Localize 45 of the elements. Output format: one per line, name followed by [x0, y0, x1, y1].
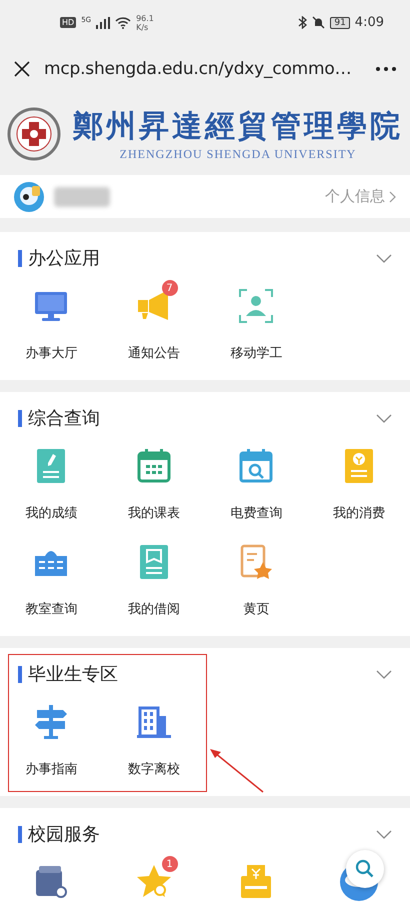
app-shortcut[interactable]: 办事大厅	[0, 284, 102, 380]
section-marker	[18, 250, 22, 266]
wifi-icon	[115, 16, 132, 28]
section-marker	[18, 410, 22, 426]
chevron-icon[interactable]	[376, 413, 392, 423]
close-icon[interactable]	[14, 60, 30, 76]
app-shortcut[interactable]: 我的课表	[102, 444, 205, 540]
app-shortcut[interactable]: 移动学工	[205, 284, 308, 380]
speed-unit: K/s	[136, 22, 150, 32]
section-title: 校园服务	[28, 823, 100, 846]
app-shortcut[interactable]: 办事指南	[0, 700, 102, 796]
avatar	[14, 182, 44, 212]
university-emblem	[7, 106, 61, 160]
bluetooth-icon	[298, 16, 308, 29]
search-icon	[355, 859, 375, 879]
section-title: 综合查询	[28, 407, 100, 430]
notification-count: 7	[162, 280, 178, 296]
app-shortcut[interactable]: 我的成绩	[0, 444, 102, 540]
university-name: 鄭州昇達經貿管理學院	[73, 108, 403, 144]
university-name-english: ZHENGZHOU SHENGDA UNIVERSITY	[120, 146, 356, 162]
chevron-right-icon	[389, 190, 396, 202]
app-shortcut[interactable]: 教室查询	[0, 540, 102, 636]
notification-count: 1	[162, 856, 178, 872]
app-shortcut[interactable]: 电费查询	[205, 444, 308, 540]
chevron-icon[interactable]	[376, 829, 392, 839]
network-speed: 96.1	[136, 14, 154, 22]
annotation-arrow	[209, 748, 265, 794]
signal-icon	[96, 16, 110, 28]
page-url: mcp.shengda.edu.cn/ydxy_commo…	[44, 58, 352, 78]
section-title: 办公应用	[28, 247, 100, 270]
chevron-icon[interactable]	[376, 253, 392, 263]
section-title: 毕业生专区	[28, 663, 118, 686]
blurred-username	[54, 186, 110, 206]
app-shortcut[interactable]: 黄页	[205, 540, 308, 636]
muted-bell-icon	[312, 16, 326, 29]
app-shortcut[interactable]: 我的借阅	[102, 540, 205, 636]
section-marker	[18, 826, 22, 842]
battery-level: 91	[330, 16, 350, 28]
app-shortcut[interactable]: 数字离校	[102, 700, 205, 796]
clock: 4:09	[354, 15, 384, 30]
app-shortcut[interactable]: 我的消费	[308, 444, 410, 540]
hd-indicator: HD	[60, 17, 76, 28]
more-icon[interactable]	[376, 66, 396, 70]
section-marker	[18, 666, 22, 682]
chevron-icon[interactable]	[376, 669, 392, 679]
